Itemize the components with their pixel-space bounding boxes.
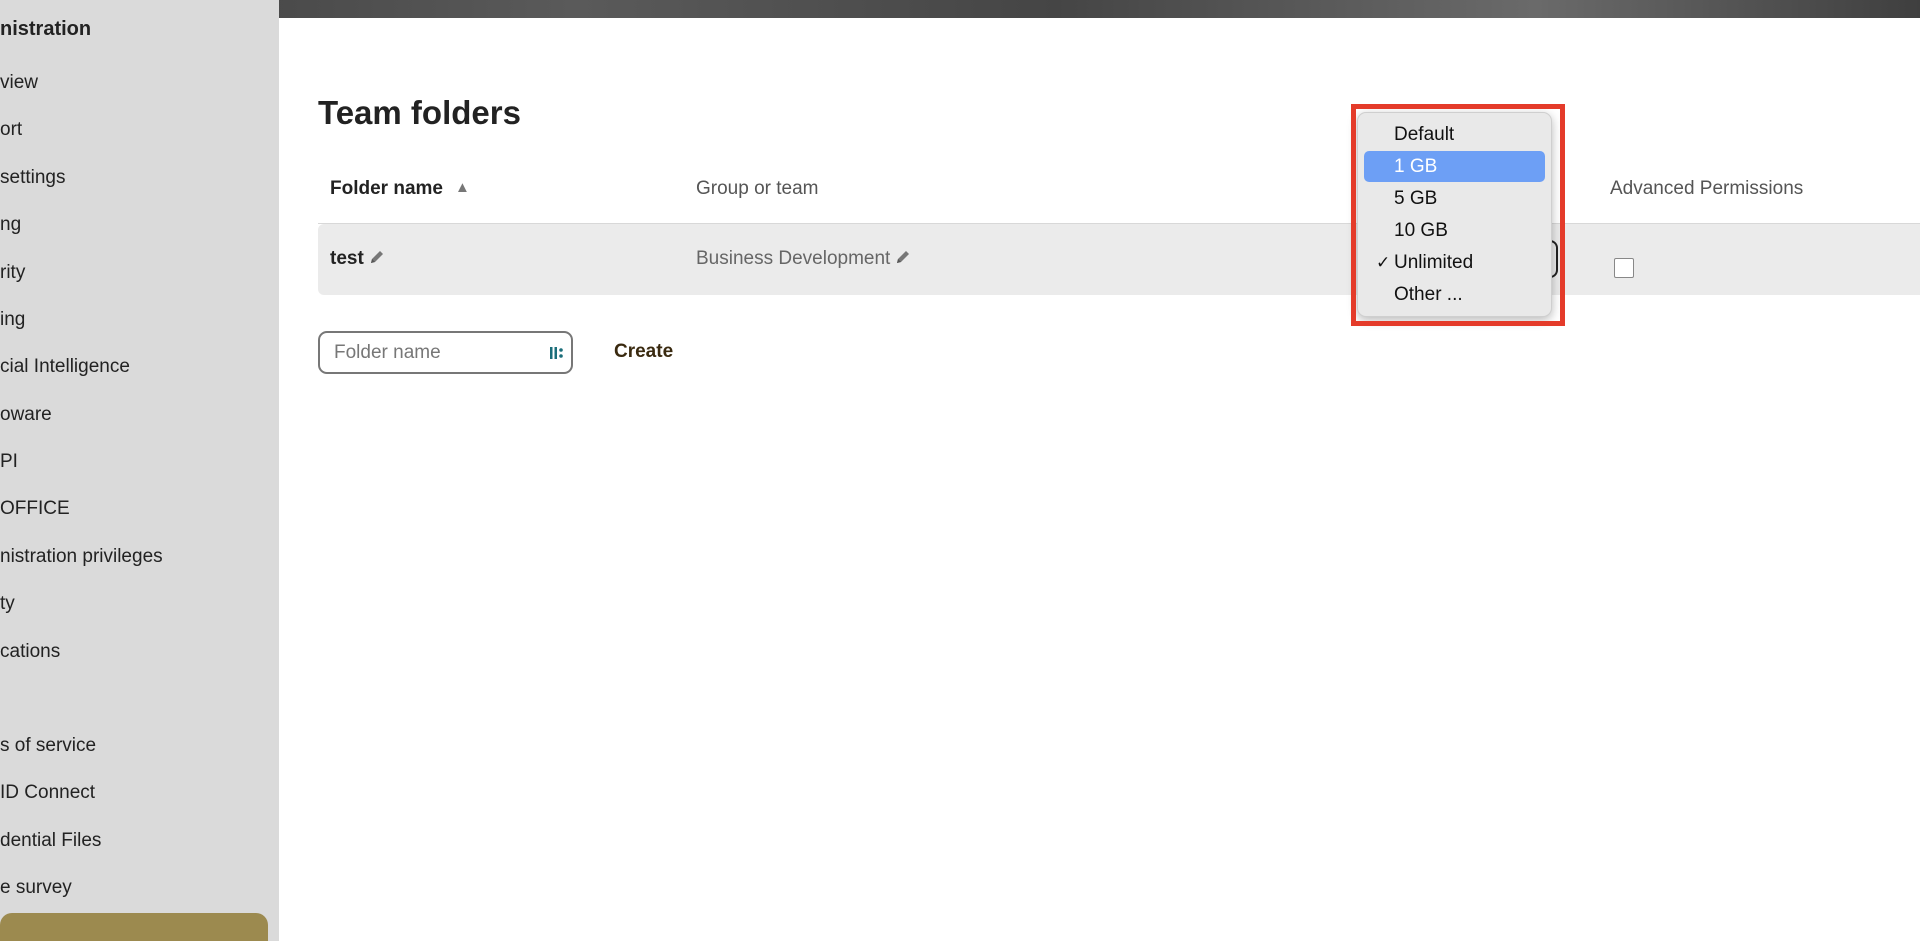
edit-group-pencil-icon[interactable] <box>894 248 912 266</box>
sort-ascending-icon[interactable]: ▲ <box>455 179 470 196</box>
sidebar-item-theming[interactable]: ing <box>0 304 25 336</box>
password-manager-icon[interactable] <box>549 344 565 362</box>
sidebar-item-artificial-intelligence[interactable]: cial Intelligence <box>0 351 130 383</box>
admin-sidebar: nistration view ort settings ng rity ing… <box>0 0 279 941</box>
sidebar-heading: nistration <box>0 18 92 40</box>
folder-name-cell[interactable]: test <box>330 248 386 270</box>
top-banner-image <box>0 0 1920 18</box>
sidebar-item-sharing[interactable]: ng <box>0 209 21 241</box>
sidebar-item-office[interactable]: OFFICE <box>0 493 70 525</box>
sidebar-item-administration-privileges[interactable]: nistration privileges <box>0 541 163 573</box>
folder-name-text: test <box>330 248 364 269</box>
create-folder-button[interactable]: Create <box>614 341 673 363</box>
main-content <box>279 18 1920 941</box>
new-folder-name-input[interactable] <box>334 341 534 365</box>
new-folder-name-field[interactable] <box>318 331 573 374</box>
sidebar-item-terms-of-service[interactable]: s of service <box>0 730 96 762</box>
sidebar-item-api[interactable]: PI <box>0 446 18 478</box>
edit-folder-pencil-icon[interactable] <box>368 248 386 266</box>
advanced-permissions-checkbox[interactable] <box>1614 258 1634 278</box>
table-row: test Business Development <box>318 224 1920 295</box>
page-title: Team folders <box>318 94 521 131</box>
group-name-text: Business Development <box>696 248 891 269</box>
sidebar-item-overview[interactable]: view <box>0 67 38 99</box>
column-header-advanced-permissions: Advanced Permissions <box>1610 178 1804 199</box>
sidebar-item-notifications[interactable]: cations <box>0 636 60 668</box>
sidebar-item-groupware[interactable]: oware <box>0 399 52 431</box>
sidebar-item-basic-settings[interactable]: settings <box>0 162 65 194</box>
sidebar-item-usage-survey[interactable]: e survey <box>0 872 72 904</box>
column-header-group: Group or team <box>696 178 819 199</box>
sidebar-item-support[interactable]: ort <box>0 114 22 146</box>
sidebar-item-activity[interactable]: ty <box>0 588 15 620</box>
highlight-annotation-box <box>1351 104 1565 326</box>
column-header-folder-name-label: Folder name <box>330 178 443 199</box>
column-header-folder-name[interactable]: Folder name ▲ <box>330 178 470 200</box>
sidebar-item-security[interactable]: rity <box>0 257 25 289</box>
group-cell[interactable]: Business Development <box>696 248 912 270</box>
sidebar-item-openid-connect[interactable]: ID Connect <box>0 777 95 809</box>
sidebar-item-team-folders[interactable]: folders <box>0 913 268 941</box>
sidebar-item-confidential-files[interactable]: dential Files <box>0 825 101 857</box>
